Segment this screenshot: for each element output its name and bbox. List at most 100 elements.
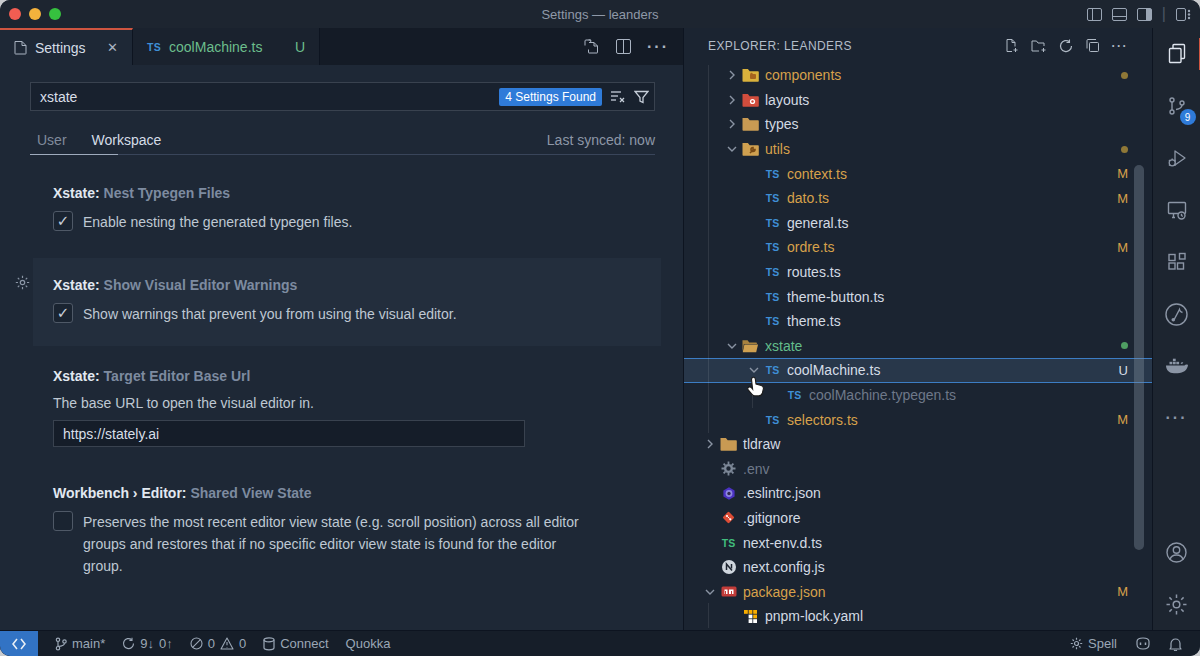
git-sync-status[interactable]: 9↓ 0↑ — [122, 636, 172, 651]
tree-item-label: package.json — [743, 584, 826, 600]
activity-docker-icon[interactable] — [1153, 340, 1200, 392]
tree-item-next-env-d-ts[interactable]: TSnext-env.d.ts — [684, 530, 1152, 555]
chevron-down-icon — [700, 587, 720, 597]
tree-item-selectors-ts[interactable]: TSselectors.tsM — [684, 407, 1152, 432]
tree-item-package-json[interactable]: package.json M — [684, 579, 1152, 604]
tree-item--eslintrc-json[interactable]: .eslintrc.json — [684, 481, 1152, 506]
tab-settings[interactable]: Settings ✕ — [0, 28, 133, 65]
setting-nest-typegen: Xstate: Nest Typegen Files ✓ Enable nest… — [53, 185, 352, 233]
activity-run-debug-icon[interactable] — [1153, 132, 1200, 184]
tree-item-general-ts[interactable]: TSgeneral.ts — [684, 211, 1152, 236]
git-decoration-dot — [1121, 342, 1128, 349]
settings-search-input[interactable]: xstate 4 Settings Found — [30, 82, 655, 111]
show-warnings-checkbox[interactable]: ✓ — [53, 303, 73, 323]
tab-settings-label: Settings — [35, 40, 86, 56]
next-icon — [720, 559, 737, 575]
more-actions-icon[interactable]: ··· — [647, 38, 669, 56]
shared-view-state-checkbox[interactable] — [53, 511, 73, 531]
tab-coolmachine-label: coolMachine.ts — [169, 39, 262, 55]
open-settings-json-icon[interactable] — [584, 39, 600, 55]
toggle-sidebar-icon[interactable] — [1087, 8, 1102, 21]
git-branch-status[interactable]: main* — [55, 636, 105, 651]
filter-settings-icon[interactable] — [634, 90, 649, 104]
git-status-badge: M — [1117, 584, 1128, 599]
branch-name: main* — [72, 636, 105, 651]
copilot-status-icon[interactable] — [1135, 637, 1151, 650]
tree-item-ordre-ts[interactable]: TSordre.tsM — [684, 235, 1152, 260]
error-count: 0 — [208, 636, 215, 651]
tree-item-pnpm-lock-yaml[interactable]: pnpm-lock.yaml — [684, 604, 1152, 629]
nest-typegen-checkbox[interactable]: ✓ — [53, 211, 73, 231]
folder-icon — [720, 436, 737, 452]
scope-tab-user[interactable]: User — [37, 132, 67, 148]
base-url-input[interactable]: https://stately.ai — [53, 420, 525, 447]
tree-item-routes-ts[interactable]: TSroutes.ts — [684, 260, 1152, 285]
sync-incoming: 9↓ — [140, 636, 154, 651]
account-icon[interactable] — [1153, 526, 1200, 578]
split-editor-icon[interactable] — [616, 39, 631, 54]
explorer-more-actions-icon[interactable]: ··· — [1112, 39, 1129, 53]
setting-description: The base URL to open the visual editor i… — [53, 395, 314, 411]
tree-item-label: xstate — [765, 338, 802, 354]
chevron-right-icon — [722, 95, 742, 105]
settings-gear-icon[interactable] — [1153, 578, 1200, 630]
tree-item-xstate[interactable]: xstate — [684, 334, 1152, 359]
remote-indicator[interactable] — [0, 631, 38, 656]
activity-remote-explorer-icon[interactable] — [1153, 184, 1200, 236]
explorer-scrollbar[interactable] — [1134, 165, 1144, 550]
activity-extensions-icon[interactable] — [1153, 236, 1200, 288]
connect-status[interactable]: Connect — [263, 636, 328, 651]
refresh-explorer-icon[interactable] — [1059, 39, 1073, 53]
tree-item-next-config-js[interactable]: next.config.js — [684, 555, 1152, 580]
tree-item-tldraw[interactable]: tldraw — [684, 432, 1152, 457]
window-title: Settings — leanders — [0, 7, 1200, 22]
chevron-right-icon — [722, 119, 742, 129]
ts-icon: TS — [764, 190, 781, 206]
activity-explorer-icon[interactable] — [1153, 28, 1200, 80]
customize-layout-icon[interactable] — [1176, 8, 1192, 21]
collapse-folders-icon[interactable] — [1085, 38, 1100, 53]
status-bar: main* 9↓ 0↑ 0 0 Connect Quokka Spell — [0, 630, 1200, 656]
activity-bar: 9 ··· — [1152, 28, 1200, 630]
npm-icon — [720, 584, 737, 600]
setting-name: Shared View State — [190, 485, 311, 501]
tree-item-components[interactable]: components — [684, 63, 1152, 88]
tree-item-layouts[interactable]: layouts — [684, 88, 1152, 113]
spell-checker-status[interactable]: Spell — [1070, 636, 1117, 651]
problems-status[interactable]: 0 0 — [190, 636, 246, 651]
new-file-icon[interactable] — [1004, 38, 1019, 53]
tree-item--env[interactable]: .env — [684, 457, 1152, 482]
activity-source-control-icon[interactable]: 9 — [1153, 80, 1200, 132]
tree-item-theme-ts[interactable]: TStheme.ts — [684, 309, 1152, 334]
tree-item-types[interactable]: types — [684, 112, 1152, 137]
notifications-bell-icon[interactable] — [1169, 637, 1182, 651]
toggle-panel-icon[interactable] — [1112, 8, 1127, 21]
tree-item-label: coolMachine.typegen.ts — [809, 387, 956, 403]
settings-search-value: xstate — [40, 89, 77, 105]
tree-item-context-ts[interactable]: TScontext.tsM — [684, 161, 1152, 186]
tree-item-utils[interactable]: utils — [684, 137, 1152, 162]
toggle-secondary-sidebar-icon[interactable] — [1137, 8, 1152, 21]
tree-item-label: .eslintrc.json — [743, 485, 821, 501]
setting-category: Xstate: — [53, 368, 104, 384]
activity-music-extension-icon[interactable] — [1153, 288, 1200, 340]
setting-gear-icon[interactable] — [15, 275, 30, 290]
quokka-status[interactable]: Quokka — [346, 636, 391, 651]
tree-item-theme-button-ts[interactable]: TStheme-button.ts — [684, 284, 1152, 309]
scope-tab-workspace[interactable]: Workspace — [92, 132, 162, 148]
close-tab-icon[interactable]: ✕ — [107, 40, 118, 55]
tree-item-label: .gitignore — [743, 510, 801, 526]
activity-more-icon[interactable]: ··· — [1153, 392, 1200, 444]
new-folder-icon[interactable] — [1031, 39, 1047, 53]
git-status-badge: M — [1117, 412, 1128, 427]
clear-settings-filter-icon[interactable] — [610, 90, 626, 104]
setting-shared-view-state: Workbench › Editor: Shared View State Pr… — [53, 485, 598, 577]
settings-found-badge: 4 Settings Found — [499, 88, 602, 106]
tree-item-dato-ts[interactable]: TSdato.tsM — [684, 186, 1152, 211]
tree-item--gitignore[interactable]: .gitignore — [684, 506, 1152, 531]
ts-icon: TS — [764, 412, 781, 428]
folder-open-icon — [742, 338, 759, 354]
setting-name: Show Visual Editor Warnings — [104, 277, 298, 293]
settings-editor: xstate 4 Settings Found User Workspace L… — [0, 65, 683, 630]
tab-coolmachine[interactable]: TS coolMachine.ts U — [133, 28, 320, 65]
